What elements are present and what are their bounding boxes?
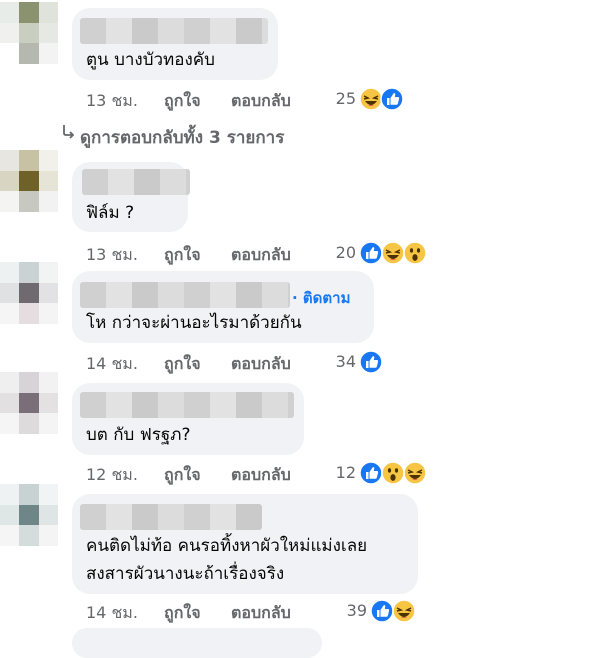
next-comment-bubble [72,628,322,658]
like-icon [380,87,404,111]
reply-button[interactable]: ตอบกลับ [231,243,291,268]
comment-bubble: ตูน บางบัวทองคับ [72,8,278,80]
comment-text-line2: สงสารผัวนางนะถ้าเรื่องจริง [86,564,285,584]
reaction-count[interactable]: 39 [337,601,367,620]
comment-text: ฟิล์ม ? [86,203,135,223]
comment-bubble: คนติดไม่ท้อ คนรอทิ้งหาผัวใหม่แม่งเลย สงส… [72,494,418,594]
commenter-name[interactable] [80,282,290,308]
timestamp[interactable]: 13 ชม. [86,89,138,114]
like-icon [359,461,383,485]
wow-icon [403,241,427,265]
reaction-count[interactable]: 34 [326,352,356,371]
comment-text: บต กับ ฟรฐภ? [86,425,191,445]
like-button[interactable]: ถูกใจ [164,352,201,377]
like-button[interactable]: ถูกใจ [164,243,201,268]
timestamp[interactable]: 14 ชม. [86,352,138,377]
follow-link[interactable]: · ติดตาม [292,286,350,310]
like-icon [359,350,383,374]
reply-button[interactable]: ตอบกลับ [231,89,291,114]
like-icon [370,599,394,623]
reply-button[interactable]: ตอบกลับ [231,463,291,488]
reply-button[interactable]: ตอบกลับ [231,601,291,626]
reaction-count[interactable]: 12 [326,463,356,482]
avatar[interactable] [0,372,58,434]
reply-arrow-icon [63,125,74,139]
haha-icon [381,241,405,265]
view-replies-link[interactable]: ดูการตอบกลับทั้ง 3 รายการ [80,124,284,151]
reaction-count[interactable]: 20 [326,243,356,262]
comment-text: ตูน บางบัวทองคับ [86,50,215,70]
reaction-count[interactable]: 25 [326,89,356,108]
comment-bubble: บต กับ ฟรฐภ? [72,383,304,455]
timestamp[interactable]: 14 ชม. [86,601,138,626]
avatar[interactable] [0,2,58,64]
avatar[interactable] [0,262,58,324]
like-button[interactable]: ถูกใจ [164,89,201,114]
like-button[interactable]: ถูกใจ [164,463,201,488]
haha-icon [403,461,427,485]
like-button[interactable]: ถูกใจ [164,601,201,626]
comment-text: โห กว่าจะผ่านอะไรมาด้วยกัน [86,313,302,333]
comment-bubble: · ติดตาม โห กว่าจะผ่านอะไรมาด้วยกัน [72,271,374,343]
comment-bubble: ฟิล์ม ? [72,162,190,232]
timestamp[interactable]: 13 ชม. [86,243,138,268]
wow-icon [381,461,405,485]
commenter-name[interactable] [80,392,294,418]
avatar[interactable] [0,150,58,212]
commenter-name[interactable] [80,504,262,530]
reply-button[interactable]: ตอบกลับ [231,352,291,377]
avatar[interactable] [0,484,58,546]
like-icon [359,241,383,265]
haha-icon [392,599,416,623]
commenter-name[interactable] [82,169,190,195]
commenter-name[interactable] [80,18,268,44]
comment-text-line1: คนติดไม่ท้อ คนรอทิ้งหาผัวใหม่แม่งเลย [86,536,368,556]
timestamp[interactable]: 12 ชม. [86,463,138,488]
